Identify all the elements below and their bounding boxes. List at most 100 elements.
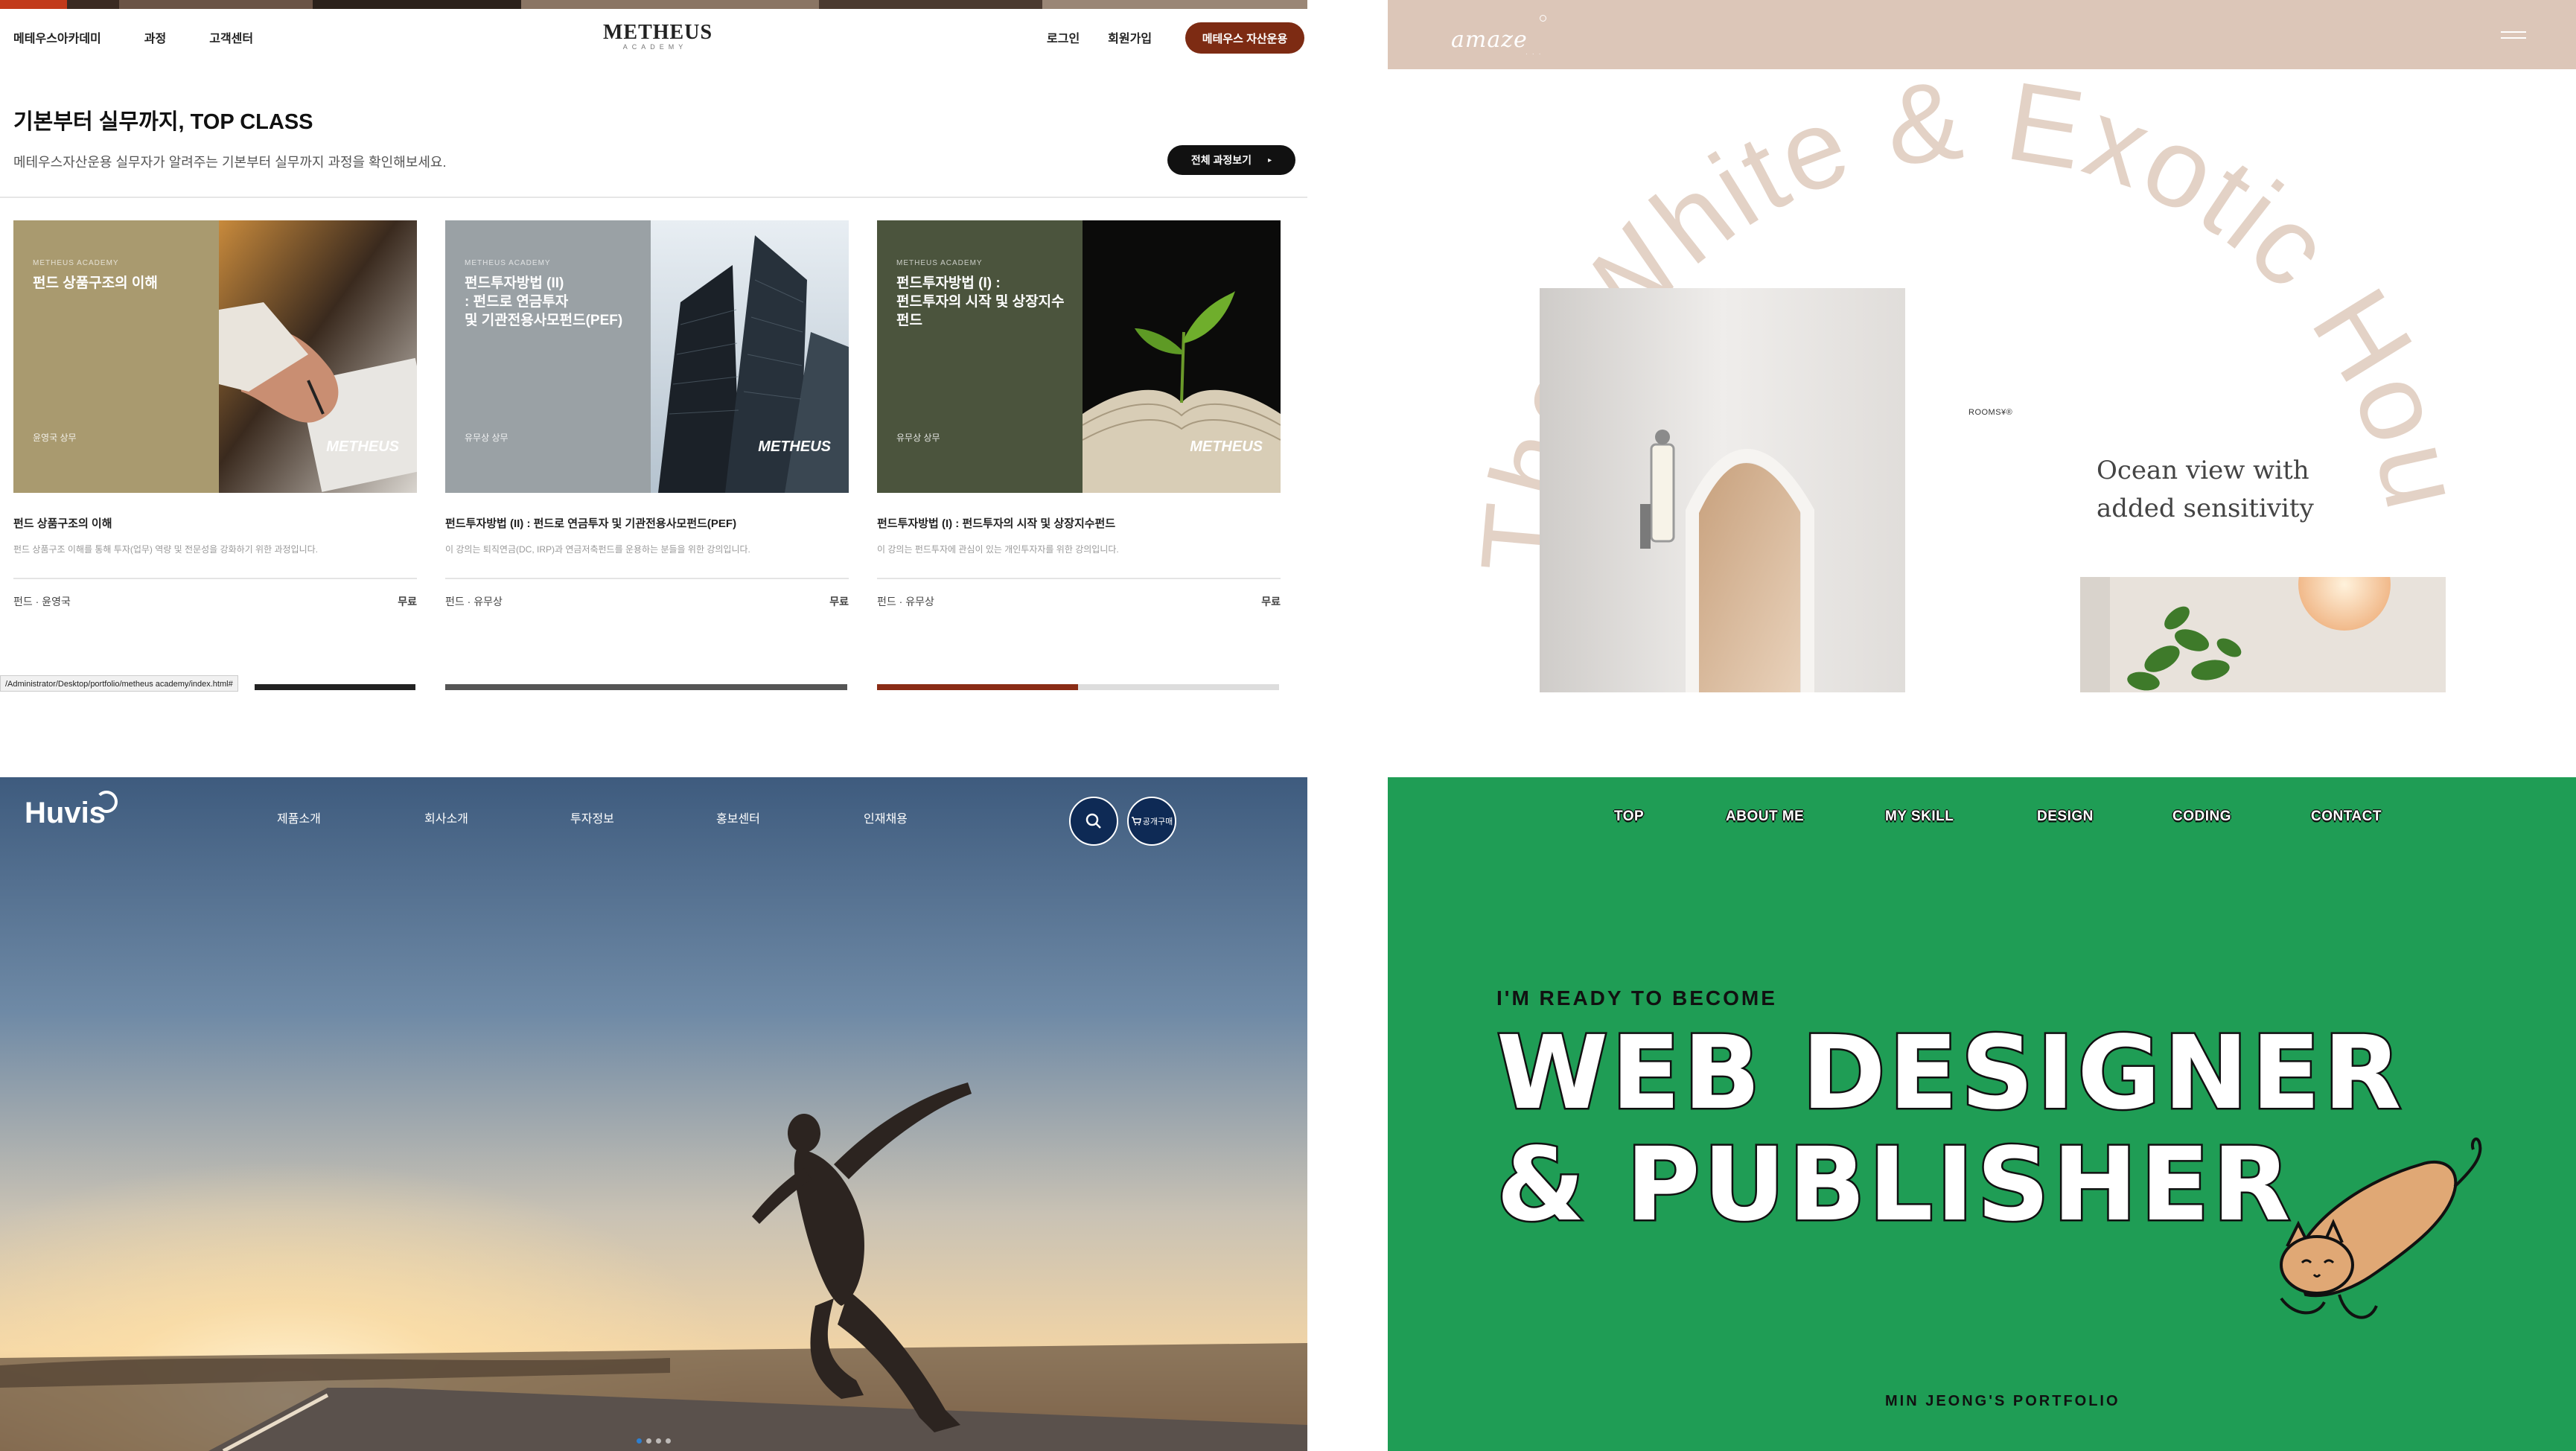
search-icon [1085,813,1101,829]
slide-dot[interactable] [656,1438,661,1444]
nav-item-academy[interactable]: 메테우스아카데미 [13,28,101,46]
nav-item-support[interactable]: 고객센터 [209,28,253,46]
slide-dot[interactable] [646,1438,651,1444]
thumb-brand: METHEUS [326,439,399,455]
course-price: 무료 [398,596,417,607]
divider [0,197,1307,198]
tagline: Ocean view with added sensitivity [2097,452,2314,528]
logo-name: METHEUS [603,21,713,44]
nav-item-my-skill[interactable]: MY SKILL [1885,809,1954,825]
divider [445,578,849,579]
nav-item-contact[interactable]: CONTACT [2311,809,2382,825]
nav-item-courses[interactable]: 과정 [144,28,166,46]
slide-dot[interactable] [666,1438,671,1444]
course-meta: 펀드 · 유무상 무료 [877,594,1281,609]
next-row-card-edge [445,684,847,690]
nav-item-investor[interactable]: 투자정보 [570,809,614,826]
cart-button[interactable]: 공개구매 [1127,797,1176,846]
site-logo[interactable]: METHEUS ACADEMY [603,21,713,51]
tagline-line1: Ocean view with [2097,456,2309,485]
thumb-brand: METHEUS [758,439,831,455]
site-logo[interactable]: amaze · · · [1451,15,1563,60]
cat-illustration [2280,1137,2482,1319]
thumb-academy: METHEUS ACADEMY [33,259,119,267]
nav-item-company[interactable]: 회사소개 [424,809,468,826]
site-header: amaze · · · [1388,0,2576,69]
course-price: 무료 [829,596,849,607]
logo-ring-icon [95,791,118,813]
login-link[interactable]: 로그인 [1047,28,1080,46]
portfolio-panel: TOP ABOUT ME MY SKILL DESIGN CODING CONT… [1388,777,2576,1451]
metheus-panel: 메테우스아카데미 과정 고객센터 METHEUS ACADEMY 로그인 회원가… [0,0,1307,696]
course-desc: 이 강의는 퇴직연금(DC, IRP)과 연금저축펀드를 운용하는 분들을 위한… [445,544,750,555]
nav-right: 로그인 회원가입 [1047,28,1152,46]
huvis-panel: Huvis 제품소개 회사소개 투자정보 홍보센터 인재채용 공개구매 [0,777,1307,1451]
thumb-brand: METHEUS [1190,439,1263,455]
hero-runner-photo [0,777,1307,1451]
nav-item-careers[interactable]: 인재채용 [864,809,908,826]
nav-item-about-me[interactable]: ABOUT ME [1726,809,1804,825]
divider [877,578,1281,579]
thumb-title: 펀드투자방법 (II) : 펀드로 연금투자 및 기관전용사모펀드(PEF) [465,275,623,328]
site-header: 메테우스아카데미 과정 고객센터 METHEUS ACADEMY 로그인 회원가… [0,9,1307,63]
course-category: 펀드 · 유무상 [877,596,934,607]
course-thumbnail[interactable]: METHEUS ACADEMY 펀드투자방법 (II) : 펀드로 연금투자 및… [445,220,849,493]
site-logo[interactable]: Huvis [25,797,106,830]
course-title[interactable]: 펀드투자방법 (II) : 펀드로 연금투자 및 기관전용사모펀드(PEF) [445,515,849,531]
thumb-title: 펀드 상품구조의 이해 [33,275,158,291]
logo-word: amaze [1451,27,1528,53]
course-card[interactable]: METHEUS ACADEMY 펀드투자방법 (I) : 펀드투자의 시작 및 … [877,220,1281,609]
tagline-line2: added sensitivity [2097,494,2314,523]
course-desc: 이 강의는 펀드투자에 관심이 있는 개인투자자를 위한 강의입니다. [877,544,1119,555]
cart-label: 공개구매 [1142,817,1173,826]
course-card[interactable]: METHEUS ACADEMY 펀드 상품구조의 이해 윤영국 상무 METHE… [13,220,417,609]
next-row-card-edge [877,684,1279,690]
search-button[interactable] [1069,797,1118,846]
asset-management-button[interactable]: 메테우스 자산운용 [1185,22,1304,54]
divider [13,578,417,579]
status-bar-url: /Administrator/Desktop/portfolio/metheus… [0,675,238,692]
logo-dot [1540,15,1546,22]
thumb-instructor: 유무상 상무 [896,433,940,443]
signup-link[interactable]: 회원가입 [1108,28,1152,46]
nav-item-design[interactable]: DESIGN [2037,809,2094,825]
nav-item-products[interactable]: 제품소개 [277,809,321,826]
interior-lamp-photo [1540,288,1905,692]
course-meta: 펀드 · 유무상 무료 [445,594,849,609]
course-title[interactable]: 펀드 상품구조의 이해 [13,515,417,531]
nav-item-coding[interactable]: CODING [2172,809,2231,825]
portfolio-footer: MIN JEONG'S PORTFOLIO [1885,1393,2120,1409]
course-price: 무료 [1261,596,1281,607]
course-desc: 펀드 상품구조 이해를 통해 투자(업무) 역량 및 전문성을 강화하기 위한 … [13,544,318,555]
hero-image-strip [0,0,1307,9]
hamburger-menu-icon[interactable] [2501,31,2526,40]
nav-left: 메테우스아카데미 과정 고객센터 [13,28,253,46]
cart-icon [1131,817,1141,826]
slider-pagination [637,1438,671,1444]
thumb-academy: METHEUS ACADEMY [896,259,983,267]
hero-title-line1: WEB DESIGNER [1494,1015,2405,1132]
course-thumbnail[interactable]: METHEUS ACADEMY 펀드투자방법 (I) : 펀드투자의 시작 및 … [877,220,1281,493]
thumb-title: 펀드투자방법 (I) : 펀드투자의 시작 및 상장지수펀드 [896,275,1065,328]
section-subtitle: 메테우스자산운용 실무자가 알려주는 기본부터 실무까지 과정을 확인해보세요. [13,155,447,170]
plant-lamp-photo [2080,577,2446,692]
all-courses-label: 전체 과정보기 [1190,154,1252,166]
amaze-panel: amaze · · · The White & Exotic Hou [1388,0,2576,696]
course-title[interactable]: 펀드투자방법 (I) : 펀드투자의 시작 및 상장지수펀드 [877,515,1281,531]
section-title: 기본부터 실무까지, TOP CLASS [13,110,313,134]
logo-mark: · · · [1525,51,1543,57]
thumb-academy: METHEUS ACADEMY [465,259,551,267]
course-category: 펀드 · 유무상 [445,596,503,607]
course-category: 펀드 · 윤영국 [13,596,71,607]
hero-title-line2: & PUBLISHER [1494,1126,2294,1244]
thumb-instructor: 유무상 상무 [465,433,508,443]
slide-dot[interactable] [637,1438,642,1444]
all-courses-button[interactable]: 전체 과정보기 ▸ [1167,145,1295,175]
nav-item-pr[interactable]: 홍보센터 [716,809,760,826]
course-thumbnail[interactable]: METHEUS ACADEMY 펀드 상품구조의 이해 윤영국 상무 METHE… [13,220,417,493]
arrow-right-icon: ▸ [1268,156,1272,165]
nav-item-top[interactable]: TOP [1614,809,1644,825]
rooms-label[interactable]: ROOMS¥® [1968,408,2012,417]
course-card[interactable]: METHEUS ACADEMY 펀드투자방법 (II) : 펀드로 연금투자 및… [445,220,849,609]
course-meta: 펀드 · 윤영국 무료 [13,594,417,609]
